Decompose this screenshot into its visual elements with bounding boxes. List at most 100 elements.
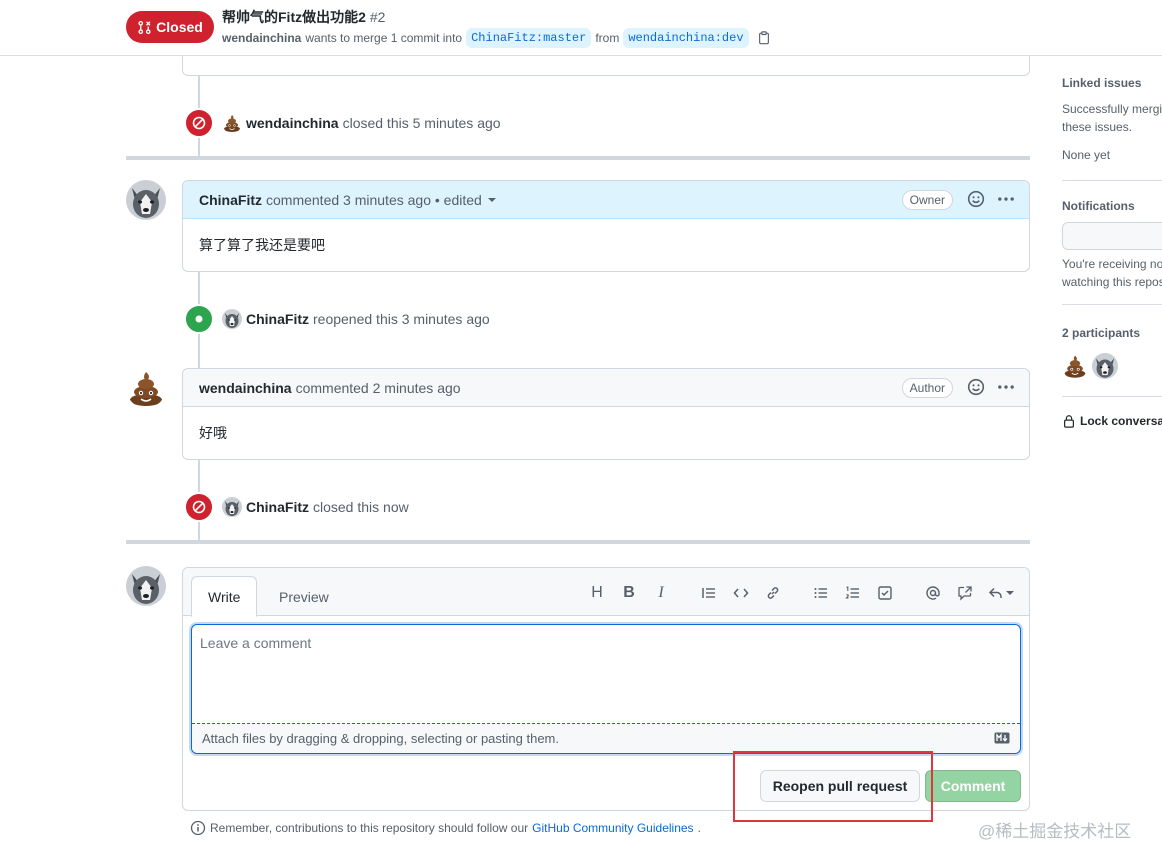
avatar[interactable] (126, 368, 166, 408)
comment-body: 算了算了我还是要吧 (199, 237, 325, 253)
avatar[interactable] (126, 180, 166, 220)
contribution-guidelines-note: Remember, contributions to this reposito… (190, 820, 701, 836)
event-actor[interactable]: ChinaFitz (246, 499, 309, 515)
quote-button[interactable] (693, 582, 725, 604)
heading-button[interactable]: H (581, 582, 613, 604)
skip-icon (191, 115, 207, 131)
link-button[interactable] (757, 582, 789, 604)
notifications-reason: You're receiving no (1062, 257, 1162, 271)
code-button[interactable] (725, 582, 757, 604)
comment-body: 好哦 (199, 425, 227, 441)
kebab-horizontal-icon[interactable] (997, 190, 1015, 208)
timeline-separator (126, 540, 1030, 544)
comment-textarea[interactable] (192, 625, 1020, 724)
author-label: Author (901, 378, 953, 398)
task-list-button[interactable] (869, 582, 901, 604)
smiley-icon[interactable] (967, 190, 985, 208)
notifications-title: Notifications (1062, 199, 1135, 213)
avatar[interactable] (1062, 353, 1088, 379)
lock-icon (1064, 415, 1074, 428)
reopened-event-badge (184, 304, 214, 334)
avatar[interactable] (222, 309, 242, 329)
sidebar-divider (1062, 396, 1162, 397)
italic-icon: I (658, 584, 664, 601)
dot-fill-icon (195, 315, 203, 323)
linked-issues-title[interactable]: Linked issues (1062, 76, 1162, 90)
italic-button[interactable]: I (645, 582, 677, 604)
pr-state-badge: Closed (126, 11, 214, 43)
comment-tabs: Write Preview H B I (183, 568, 1029, 617)
pr-meta: wendainchina wants to merge 1 commit int… (222, 28, 771, 48)
attach-files-text: Attach files by dragging & dropping, sel… (202, 731, 559, 746)
pr-author-link[interactable]: wendainchina (222, 31, 301, 45)
owner-label: Owner (901, 190, 953, 210)
smiley-icon[interactable] (967, 378, 985, 396)
avatar[interactable] (1092, 353, 1118, 379)
mention-button[interactable] (917, 582, 949, 604)
pr-state-label: Closed (156, 19, 203, 35)
notifications-reason: watching this repos (1062, 275, 1162, 289)
skip-icon (191, 499, 207, 515)
closed-event-badge (184, 492, 214, 522)
ordered-list-button[interactable] (837, 582, 869, 604)
event-text: reopened this 3 minutes ago (313, 311, 490, 327)
timeline-event-reopened: ChinaFitz reopened this 3 minutes ago (184, 304, 490, 334)
linked-issues-none: None yet (1062, 148, 1111, 162)
chevron-down-icon (1006, 591, 1014, 595)
bold-icon: B (623, 584, 635, 601)
base-branch[interactable]: ChinaFitz:master (466, 28, 592, 48)
bold-button[interactable]: B (613, 582, 645, 604)
event-actor[interactable]: ChinaFitz (246, 311, 309, 327)
mention-icon (926, 586, 940, 600)
reply-icon (988, 587, 1002, 598)
tab-preview[interactable]: Preview (263, 576, 345, 617)
pr-sticky-header: Closed 帮帅气的Fitz做出功能2 #2 wendainchina want… (0, 0, 1162, 56)
timeline-comment: wendainchina commented 2 minutes ago Aut… (182, 368, 1030, 460)
guidelines-suffix: . (697, 821, 701, 835)
event-text: closed this now (313, 499, 409, 515)
comment-author[interactable]: wendainchina (199, 380, 292, 396)
event-actor[interactable]: wendainchina (246, 115, 339, 131)
file-attachment-zone[interactable]: Attach files by dragging & dropping, sel… (192, 724, 1020, 753)
code-icon (733, 588, 749, 598)
cross-reference-button[interactable] (949, 582, 981, 604)
link-icon (767, 587, 779, 599)
kebab-horizontal-icon[interactable] (997, 378, 1015, 396)
previous-comment-bottom (182, 56, 1030, 76)
avatar[interactable] (222, 113, 242, 133)
pr-number: #2 (369, 9, 386, 25)
sidebar-divider (1062, 304, 1162, 305)
tasklist-icon (878, 586, 892, 600)
closed-event-badge (184, 108, 214, 138)
linked-issues-hint: these issues. (1062, 120, 1133, 134)
lock-conversation-button[interactable]: Lock conversat (1062, 414, 1162, 428)
copy-icon[interactable] (757, 31, 771, 45)
comment-editor: Attach files by dragging & dropping, sel… (191, 624, 1021, 754)
comment-header: wendainchina commented 2 minutes ago Aut… (183, 369, 1029, 407)
from-text: from (595, 31, 620, 45)
timeline-separator (126, 156, 1030, 160)
sidebar-divider (1062, 180, 1162, 181)
markdown-icon[interactable] (994, 732, 1010, 744)
comment-meta[interactable]: commented 3 minutes ago • edited (266, 192, 482, 208)
comment-header: ChinaFitz commented 3 minutes ago • edit… (183, 181, 1029, 219)
avatar[interactable] (126, 566, 166, 606)
comment-meta[interactable]: commented 2 minutes ago (296, 380, 461, 396)
git-pull-request-closed-icon (138, 20, 151, 34)
community-guidelines-link[interactable]: GitHub Community Guidelines (532, 821, 693, 835)
head-branch[interactable]: wendainchina:dev (623, 28, 749, 48)
comment-submit-button[interactable]: Comment (925, 770, 1021, 802)
timeline-comment: ChinaFitz commented 3 minutes ago • edit… (182, 180, 1030, 272)
avatar[interactable] (222, 497, 242, 517)
participants-list (1062, 353, 1118, 379)
saved-replies-button[interactable] (981, 582, 1021, 604)
annotation-highlight-box (733, 751, 933, 822)
chevron-down-icon[interactable] (487, 197, 496, 202)
merge-text: wants to merge 1 commit into (305, 31, 463, 45)
unordered-list-button[interactable] (805, 582, 837, 604)
comment-author[interactable]: ChinaFitz (199, 192, 262, 208)
notifications-subscribe-button[interactable] (1062, 222, 1162, 250)
tab-write[interactable]: Write (191, 576, 258, 617)
event-text: closed this 5 minutes ago (342, 115, 501, 131)
list-ordered-icon (845, 586, 859, 599)
